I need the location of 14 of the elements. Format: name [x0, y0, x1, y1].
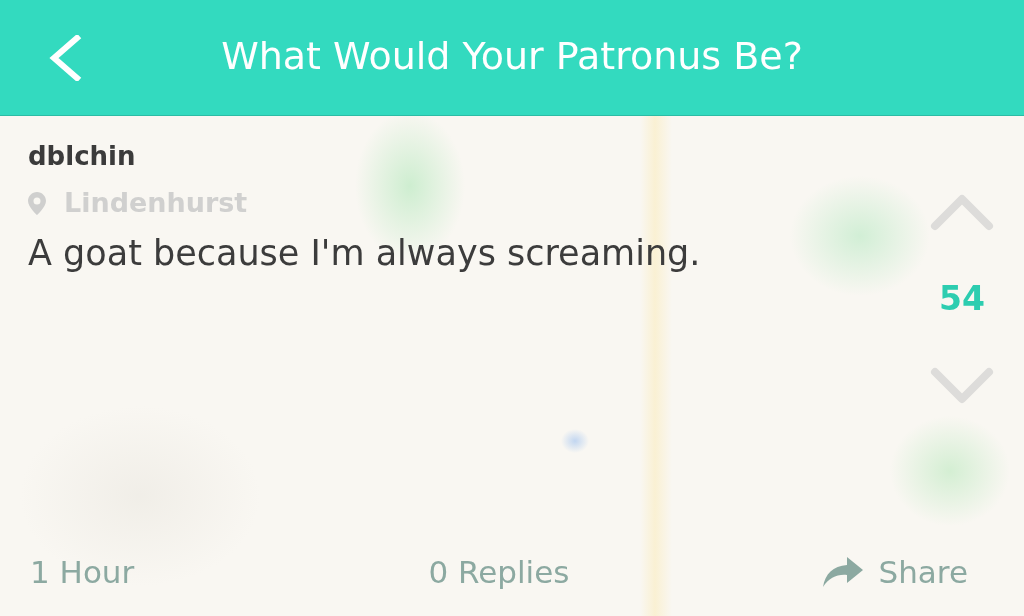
down-chevron-icon: [930, 367, 994, 405]
vote-count: 54: [939, 279, 985, 319]
downvote-button[interactable]: [930, 367, 994, 405]
post-message: A goat because I'm always screaming.: [28, 232, 701, 275]
location-pin-icon: [28, 191, 46, 215]
author-name: dblchin: [28, 140, 136, 173]
page-title: What Would Your Patronus Be?: [221, 33, 803, 80]
share-button[interactable]: Share: [822, 552, 968, 592]
back-chevron-icon: [48, 34, 82, 81]
upvote-button[interactable]: [930, 193, 994, 231]
post-time: 1 Hour: [30, 553, 135, 592]
reply-count: 0 Replies: [428, 553, 570, 592]
up-chevron-icon: [930, 193, 994, 231]
share-arrow-icon: [822, 557, 863, 587]
